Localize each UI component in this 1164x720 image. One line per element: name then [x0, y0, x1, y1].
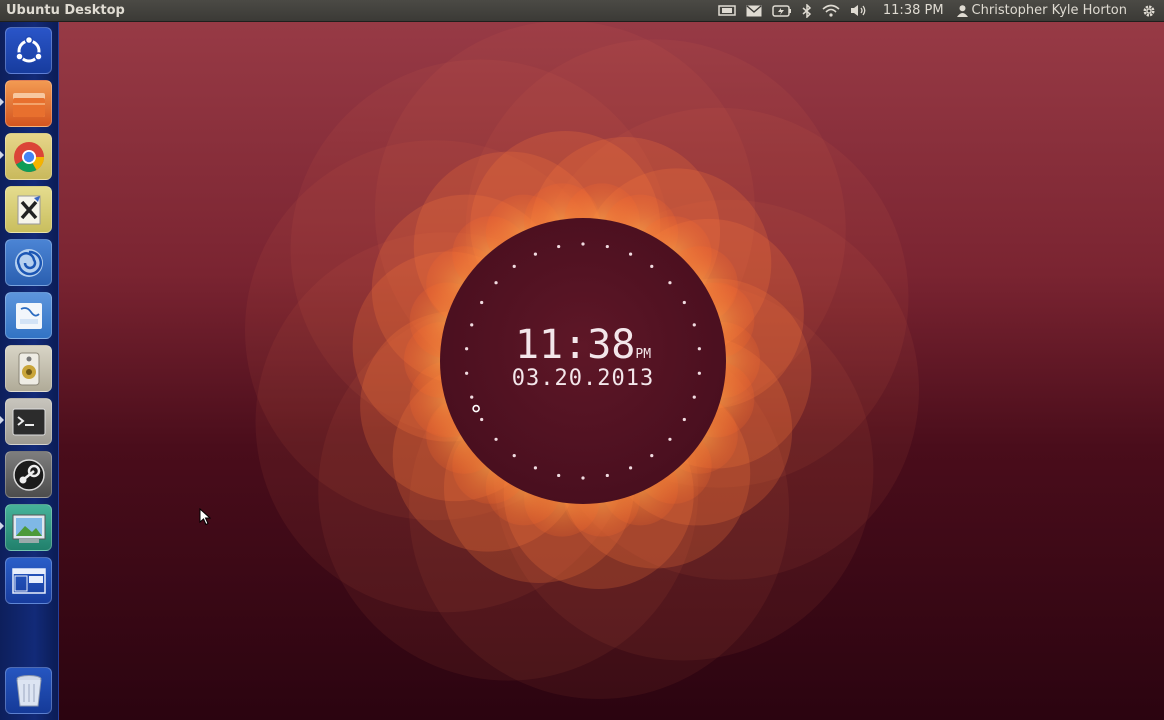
- launcher-item-chrome[interactable]: [5, 133, 52, 180]
- swirl-icon: [14, 248, 43, 277]
- clock-tick: [533, 466, 538, 470]
- clock-tick: [480, 417, 484, 422]
- volume-icon[interactable]: [845, 0, 873, 22]
- wifi-icon[interactable]: [817, 0, 845, 22]
- clock-tick: [494, 437, 498, 441]
- window-title: Ubuntu Desktop: [6, 3, 125, 18]
- workspace-switcher-icon: [11, 567, 46, 594]
- clock-tick: [533, 252, 538, 256]
- launcher-item-speaker-app[interactable]: [5, 345, 52, 392]
- trash-icon: [16, 674, 41, 706]
- steam-icon: [12, 458, 45, 491]
- launcher-item-steam[interactable]: [5, 451, 52, 498]
- chrome-icon: [13, 141, 44, 172]
- clock-tick: [628, 252, 633, 256]
- monitor-icon[interactable]: [713, 0, 741, 22]
- clock-seconds-marker: [472, 404, 480, 413]
- battery-icon[interactable]: [767, 0, 797, 22]
- launcher-item-workspace-switcher[interactable]: [5, 557, 52, 604]
- folder-icon: [12, 92, 45, 117]
- launcher-item-xournal[interactable]: [5, 186, 52, 233]
- user-name: Christopher Kyle Horton: [971, 3, 1127, 18]
- running-indicator: [0, 416, 4, 424]
- speaker-icon: [18, 352, 39, 385]
- gear-icon[interactable]: [1137, 0, 1164, 22]
- launcher-item-trash[interactable]: [5, 667, 52, 714]
- clock-tick: [650, 454, 654, 458]
- workbench-icon: [15, 302, 42, 329]
- clock-tick: [668, 281, 672, 285]
- clock-tick: [605, 473, 609, 478]
- clock-tick: [682, 300, 686, 305]
- user-icon: [956, 4, 968, 17]
- clock-tick: [668, 437, 672, 441]
- launcher: [0, 22, 59, 720]
- clock-tick: [605, 244, 609, 249]
- launcher-item-dash-home[interactable]: [5, 27, 52, 74]
- clock-tick: [480, 300, 484, 305]
- launcher-item-files[interactable]: [5, 80, 52, 127]
- clock-ampm: PM: [635, 347, 652, 362]
- running-indicator: [0, 522, 4, 530]
- user-menu[interactable]: Christopher Kyle Horton: [952, 0, 1137, 22]
- launcher-item-image-viewer[interactable]: [5, 504, 52, 551]
- running-indicator: [0, 151, 4, 159]
- clock-tick: [692, 395, 696, 399]
- image-viewer-icon: [12, 514, 45, 543]
- indicator-area: 11:38 PM Christopher Kyle Horton: [713, 0, 1164, 22]
- ubuntu-logo-icon: [14, 35, 43, 62]
- clock-time-value: 11:38: [514, 322, 636, 368]
- bluetooth-icon[interactable]: [797, 0, 817, 22]
- top-panel: Ubuntu Desktop 11:38 PM Christopher Kyle…: [0, 0, 1164, 22]
- clock-tick: [512, 264, 516, 268]
- clock-tick: [581, 476, 585, 480]
- clock-tick: [650, 264, 654, 268]
- running-indicator: [0, 98, 4, 106]
- clock-tick: [557, 473, 561, 478]
- xournal-icon: [17, 195, 40, 224]
- clock-tick: [581, 242, 585, 246]
- clock-tick: [494, 281, 498, 285]
- panel-clock[interactable]: 11:38 PM: [873, 0, 952, 22]
- clock-tick: [557, 244, 561, 249]
- launcher-item-mysql-workbench[interactable]: [5, 292, 52, 339]
- launcher-item-terminal[interactable]: [5, 398, 52, 445]
- clock-widget: 11:38PM 03.20.2013: [440, 218, 726, 504]
- clock-tick: [512, 454, 516, 458]
- clock-date: 03.20.2013: [511, 366, 655, 391]
- terminal-icon: [12, 408, 45, 435]
- clock-tick: [682, 417, 686, 422]
- launcher-item-swirl-app[interactable]: [5, 239, 52, 286]
- mouse-cursor: [199, 508, 211, 526]
- clock-tick: [470, 395, 474, 399]
- mail-icon[interactable]: [741, 0, 767, 22]
- panel-clock-text: 11:38 PM: [882, 3, 944, 18]
- clock-tick: [628, 466, 633, 470]
